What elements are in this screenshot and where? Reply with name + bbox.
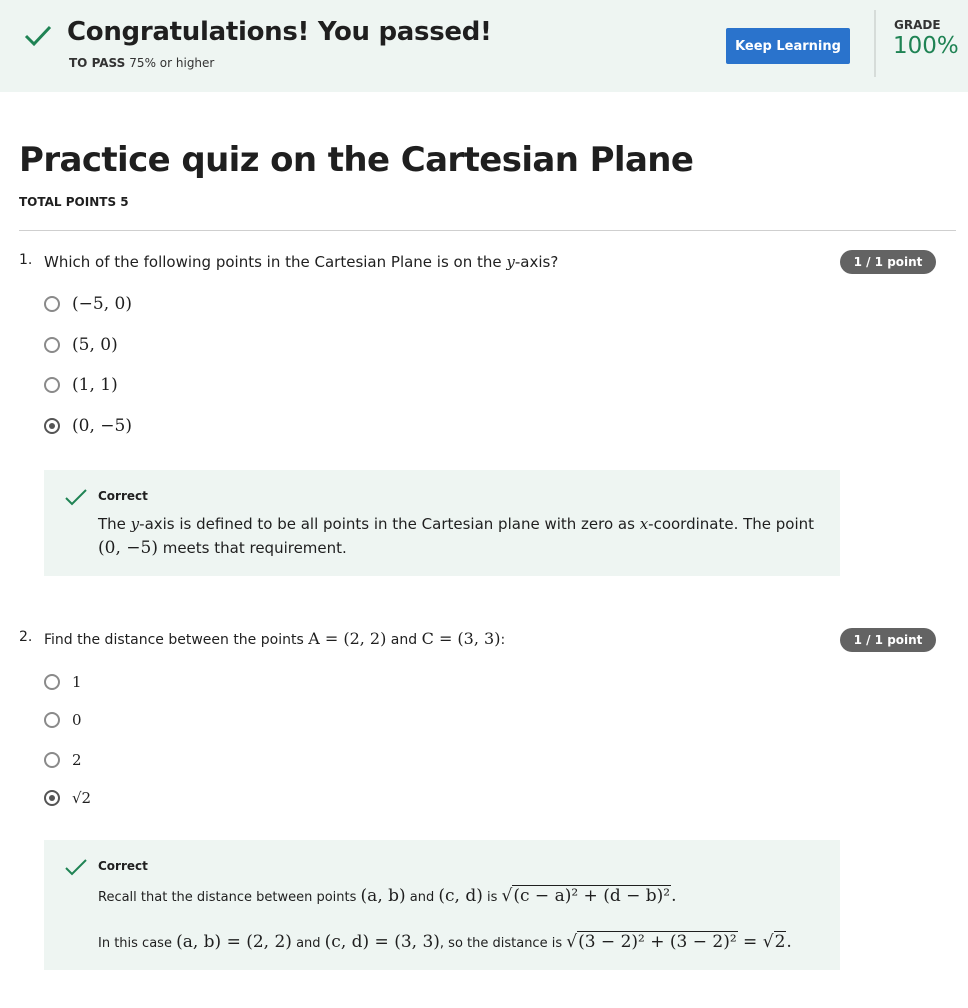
- radio-button-selected[interactable]: [44, 418, 60, 434]
- question-text-part: Which of the following points in the Car…: [44, 253, 507, 271]
- grade-value: 100%: [893, 33, 959, 59]
- feedback-part: The: [98, 515, 131, 533]
- check-icon: [65, 859, 87, 876]
- option-label: (−5, 0): [72, 294, 132, 314]
- radio-button[interactable]: [44, 296, 60, 312]
- math-expression: (0, −5): [98, 538, 158, 558]
- question-text-part: Find the distance between the points: [44, 632, 309, 648]
- divider: [874, 10, 876, 77]
- question-number: 1.: [19, 252, 33, 268]
- pass-title: Congratulations! You passed!: [67, 17, 492, 47]
- math-expression: (c, d): [438, 886, 483, 906]
- option-label: (5, 0): [72, 335, 118, 355]
- radicand: (3 − 2)² + (3 − 2)²: [577, 931, 738, 952]
- to-pass-info: TO PASS 75% or higher: [69, 56, 214, 70]
- answer-option[interactable]: 0: [44, 708, 82, 732]
- question-text-part: :: [500, 632, 506, 648]
- answer-option-selected[interactable]: (0, −5): [44, 414, 132, 438]
- grade-label: GRADE: [894, 18, 941, 32]
- feedback-line: Recall that the distance between points …: [98, 885, 677, 906]
- answer-option-selected[interactable]: √2: [44, 786, 91, 810]
- feedback-title: Correct: [98, 859, 148, 873]
- feedback-title: Correct: [98, 489, 148, 503]
- radio-button[interactable]: [44, 337, 60, 353]
- feedback-part: .: [786, 932, 792, 952]
- feedback-part: is: [482, 890, 502, 905]
- feedback-part: -coordinate. The point: [648, 515, 815, 533]
- math-expression: A = (2, 2): [308, 629, 387, 648]
- math-var: y: [130, 515, 140, 533]
- check-icon: [24, 25, 52, 47]
- feedback-text: The y-axis is defined to be all points i…: [98, 512, 816, 560]
- math-expression: (a, b) = (2, 2): [176, 932, 292, 952]
- feedback-part: Recall that the distance between points: [98, 890, 361, 905]
- math-var: y: [506, 253, 515, 271]
- math-expression: (c, d) = (3, 3): [324, 932, 440, 952]
- question-text: Find the distance between the points A =…: [44, 629, 505, 648]
- sqrt-expression: √(3 − 2)² + (3 − 2)²: [566, 931, 738, 952]
- feedback-part: -axis is defined to be all points in the…: [139, 515, 640, 533]
- feedback-box: Correct Recall that the distance between…: [44, 840, 840, 970]
- check-icon: [65, 489, 87, 506]
- math-expression: C = (3, 3): [421, 629, 501, 648]
- feedback-line: In this case (a, b) = (2, 2) and (c, d) …: [98, 931, 792, 952]
- answer-option[interactable]: 1: [44, 670, 82, 694]
- to-pass-label: TO PASS: [69, 56, 126, 70]
- question-text: Which of the following points in the Car…: [44, 253, 558, 271]
- radicand: (c − a)² + (d − b)²: [512, 885, 672, 906]
- keep-learning-button[interactable]: Keep Learning: [726, 28, 850, 64]
- feedback-part: and: [405, 890, 439, 905]
- divider: [19, 230, 956, 231]
- math-var: x: [639, 515, 649, 533]
- option-label: 2: [72, 751, 82, 769]
- answer-option[interactable]: (1, 1): [44, 373, 118, 397]
- feedback-part: and: [291, 936, 325, 951]
- math-expression: =: [737, 932, 763, 952]
- option-label: 1: [72, 673, 82, 691]
- radio-button[interactable]: [44, 712, 60, 728]
- question-text-part: -axis?: [514, 253, 559, 271]
- radio-button[interactable]: [44, 674, 60, 690]
- page-title: Practice quiz on the Cartesian Plane: [19, 140, 694, 180]
- answer-option[interactable]: (−5, 0): [44, 292, 132, 316]
- question-text-part: and: [386, 632, 422, 648]
- radio-button[interactable]: [44, 377, 60, 393]
- radio-button-selected[interactable]: [44, 790, 60, 806]
- total-points: TOTAL POINTS 5: [19, 195, 129, 209]
- option-label: (1, 1): [72, 375, 118, 395]
- math-expression: (a, b): [360, 886, 406, 906]
- to-pass-value: 75% or higher: [129, 56, 215, 70]
- feedback-box: Correct The y-axis is defined to be all …: [44, 470, 840, 576]
- option-label: √2: [72, 789, 92, 807]
- option-label: (0, −5): [72, 416, 132, 436]
- radio-button[interactable]: [44, 752, 60, 768]
- question-number: 2.: [19, 629, 33, 645]
- answer-option[interactable]: 2: [44, 748, 82, 772]
- feedback-part: .: [671, 886, 677, 906]
- feedback-part: , so the distance is: [439, 936, 567, 951]
- option-label: 0: [72, 711, 82, 729]
- radicand: 2: [773, 931, 787, 952]
- answer-option[interactable]: (5, 0): [44, 333, 118, 357]
- points-badge: 1 / 1 point: [840, 628, 936, 652]
- feedback-part: meets that requirement.: [157, 539, 347, 557]
- sqrt-expression: √2: [762, 931, 787, 952]
- pass-banner: Congratulations! You passed! TO PASS 75% …: [0, 0, 968, 92]
- sqrt-expression: √(c − a)² + (d − b)²: [501, 885, 672, 906]
- feedback-part: In this case: [98, 936, 177, 951]
- points-badge: 1 / 1 point: [840, 250, 936, 274]
